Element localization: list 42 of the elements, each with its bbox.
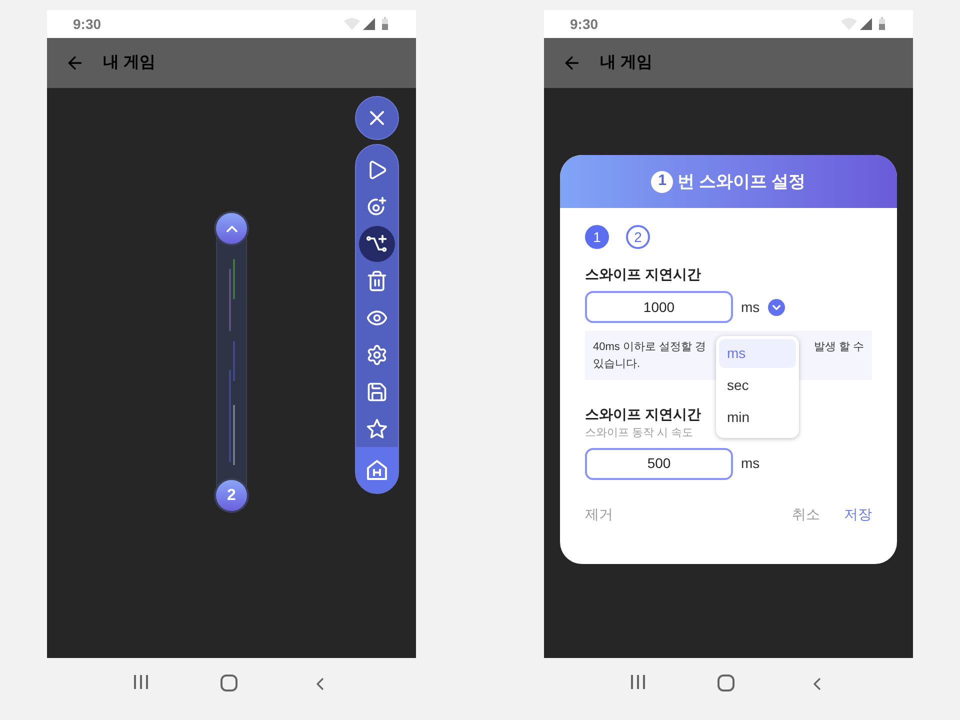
save-icon [366,380,388,402]
notice-text: 40ms 이하로 설정할 경 [593,340,706,355]
field-hint: 스와이프 동작 시 속도 [585,426,694,441]
notice-text: 발생 할 수 [814,340,864,355]
settings-icon [366,344,388,366]
status-time: 9:30 [73,14,102,34]
home-icon[interactable] [717,674,736,692]
recent-apps-icon[interactable] [630,674,646,690]
house-icon [365,458,389,482]
unit-option[interactable]: ms [719,339,796,368]
field-label: 스와이프 지연시간 [585,405,701,424]
status-icons [841,17,887,31]
swipe-end-handle[interactable]: 2 [216,480,247,511]
swipe-start-handle[interactable] [216,213,247,244]
swipe-number-badge: 1 [651,170,674,192]
unit-label: ms [741,454,760,473]
unit-option[interactable]: min [719,403,796,432]
recent-apps-icon[interactable] [132,674,149,690]
field-label: 스와이프 지연시간 [585,265,701,284]
step-tab[interactable]: 1 [585,225,609,249]
unit-label: ms [741,298,760,316]
status-time: 9:30 [570,14,598,34]
tool-button[interactable] [356,447,398,493]
delay-input[interactable]: 1000 [585,291,733,323]
step-tab[interactable]: 2 [626,225,650,249]
notice-text: 있습니다. [593,357,642,372]
remove-button[interactable]: 제거 [585,504,613,524]
unit-dropdown-button[interactable] [768,298,785,316]
app-bar-title: 내 게임 [103,53,156,73]
close-button[interactable] [355,96,399,140]
home-icon[interactable] [220,674,238,692]
route-plus-icon [366,232,388,254]
dialog-title: 번 스와이프 설정 [677,170,806,193]
status-icons [344,17,390,31]
cancel-button[interactable]: 취소 [792,504,820,524]
star-icon [366,418,388,440]
trash-icon [366,270,388,292]
save-button[interactable]: 저장 [844,504,872,524]
app-bar-title: 내 게임 [600,53,652,73]
speed-input[interactable]: 500 [585,448,733,480]
unit-option[interactable]: sec [719,371,796,400]
target-plus-icon [366,196,388,218]
